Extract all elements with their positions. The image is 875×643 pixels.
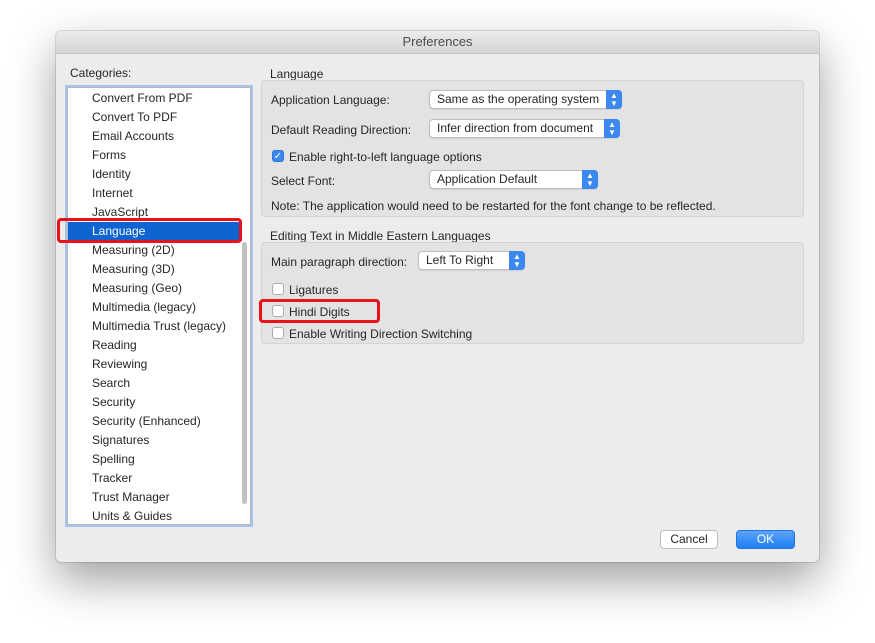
category-language[interactable]: Language [68, 222, 242, 241]
app-language-popup[interactable]: Same as the operating system ▲ ▼ [429, 90, 622, 109]
category-signatures[interactable]: Signatures [68, 431, 242, 450]
category-security[interactable]: Security [68, 393, 242, 412]
categories-scrollbar[interactable] [241, 90, 249, 522]
updown-arrows-icon: ▲ ▼ [604, 119, 620, 138]
select-font-label: Select Font: [271, 174, 336, 188]
hindi-digits-label: Hindi Digits [289, 305, 350, 319]
category-measuring-geo[interactable]: Measuring (Geo) [68, 279, 242, 298]
category-forms[interactable]: Forms [68, 146, 242, 165]
ligatures-label: Ligatures [289, 283, 339, 297]
category-measuring-2d[interactable]: Measuring (2D) [68, 241, 242, 260]
category-measuring-3d[interactable]: Measuring (3D) [68, 260, 242, 279]
preferences-window: Preferences Categories: Convert From PDF… [56, 31, 819, 562]
category-trust-manager[interactable]: Trust Manager [68, 488, 242, 507]
language-group-title: Language [270, 67, 324, 81]
window-title: Preferences [56, 31, 819, 54]
category-units-guides[interactable]: Units & Guides [68, 507, 242, 526]
ligatures-checkbox[interactable] [272, 283, 284, 295]
category-email-accounts[interactable]: Email Accounts [68, 127, 242, 146]
paragraph-direction-value: Left To Right [426, 253, 494, 267]
category-search[interactable]: Search [68, 374, 242, 393]
categories-list[interactable]: Convert From PDF Convert To PDF Email Ac… [67, 87, 251, 525]
reading-direction-label: Default Reading Direction: [271, 123, 412, 137]
rtl-checkbox-label: Enable right-to-left language options [289, 150, 482, 164]
updown-arrows-icon: ▲ ▼ [606, 90, 622, 109]
category-convert-from-pdf[interactable]: Convert From PDF [68, 89, 242, 108]
app-language-label: Application Language: [271, 93, 390, 107]
category-security-enhanced[interactable]: Security (Enhanced) [68, 412, 242, 431]
writing-direction-label: Enable Writing Direction Switching [289, 327, 473, 341]
app-language-value: Same as the operating system [437, 92, 600, 106]
rtl-checkbox[interactable]: ✓ [272, 150, 284, 162]
cancel-button[interactable]: Cancel [660, 530, 718, 549]
select-font-value: Application Default [437, 172, 538, 186]
updown-arrows-icon: ▲ ▼ [582, 170, 598, 189]
category-reading[interactable]: Reading [68, 336, 242, 355]
category-identity[interactable]: Identity [68, 165, 242, 184]
ok-button[interactable]: OK [736, 530, 795, 549]
select-font-popup[interactable]: Application Default ▲ ▼ [429, 170, 598, 189]
updown-arrows-icon: ▲ ▼ [509, 251, 525, 270]
category-tracker[interactable]: Tracker [68, 469, 242, 488]
scrollbar-thumb[interactable] [242, 242, 247, 504]
category-spelling[interactable]: Spelling [68, 450, 242, 469]
reading-direction-value: Infer direction from document [437, 121, 594, 135]
category-multimedia-trust-legacy[interactable]: Multimedia Trust (legacy) [68, 317, 242, 336]
category-internet[interactable]: Internet [68, 184, 242, 203]
font-restart-note: Note: The application would need to be r… [271, 199, 716, 213]
paragraph-direction-popup[interactable]: Left To Right ▲ ▼ [418, 251, 525, 270]
category-reviewing[interactable]: Reviewing [68, 355, 242, 374]
paragraph-direction-label: Main paragraph direction: [271, 255, 408, 269]
reading-direction-popup[interactable]: Infer direction from document ▲ ▼ [429, 119, 620, 138]
category-convert-to-pdf[interactable]: Convert To PDF [68, 108, 242, 127]
category-javascript[interactable]: JavaScript [68, 203, 242, 222]
writing-direction-checkbox[interactable] [272, 327, 284, 339]
categories-label: Categories: [70, 66, 132, 80]
category-multimedia-legacy[interactable]: Multimedia (legacy) [68, 298, 242, 317]
middle-east-group-title: Editing Text in Middle Eastern Languages [270, 229, 491, 243]
hindi-digits-checkbox[interactable] [272, 305, 284, 317]
